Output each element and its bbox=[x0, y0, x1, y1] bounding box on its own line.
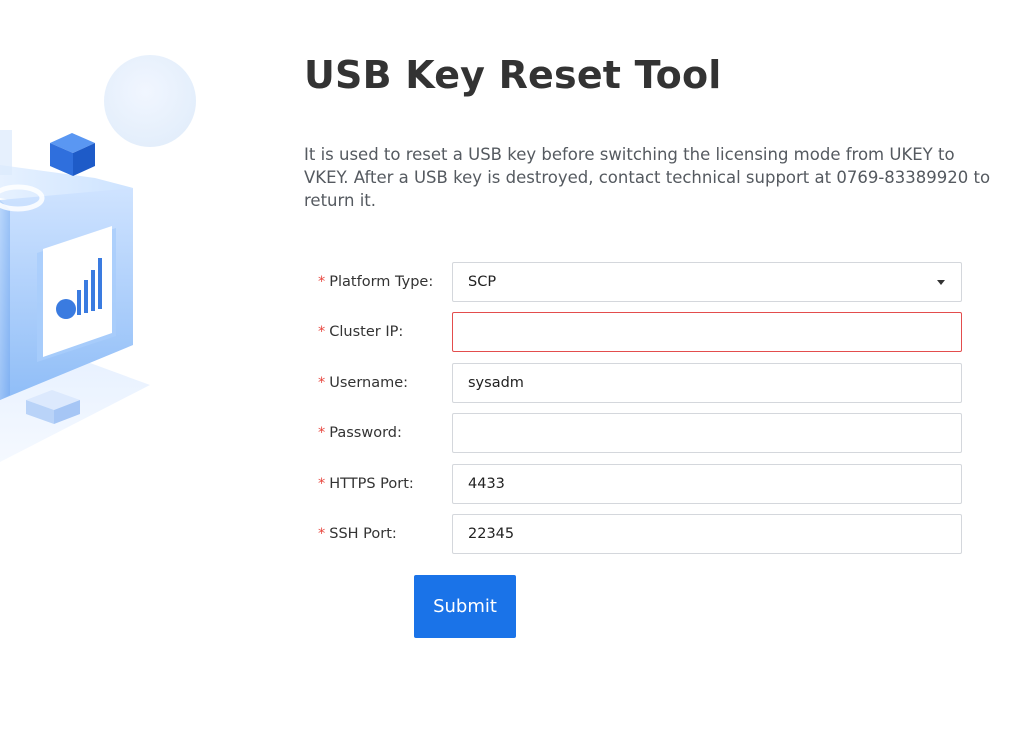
platform-type-select[interactable]: SCP bbox=[452, 262, 962, 302]
platform-type-label-text: Platform Type: bbox=[329, 274, 434, 290]
cube-left-face bbox=[0, 200, 10, 400]
platform-type-label: * Platform Type: bbox=[318, 262, 433, 302]
ssh-port-row: * SSH Port: bbox=[318, 514, 962, 554]
small-cube-icon bbox=[50, 133, 95, 176]
server-illustration bbox=[0, 55, 196, 462]
required-mark: * bbox=[318, 526, 326, 542]
https-port-row: * HTTPS Port: bbox=[318, 464, 962, 504]
side-bar bbox=[0, 130, 12, 175]
caret-down-icon bbox=[937, 280, 945, 285]
cluster-ip-label: * Cluster IP: bbox=[318, 312, 403, 352]
https-port-input[interactable] bbox=[452, 464, 962, 504]
background-circle bbox=[104, 55, 196, 147]
ssh-port-label-text: SSH Port: bbox=[329, 526, 397, 542]
password-label-text: Password: bbox=[329, 425, 402, 441]
cluster-ip-input[interactable] bbox=[452, 312, 962, 352]
https-port-label: * HTTPS Port: bbox=[318, 464, 414, 504]
submit-button[interactable]: Submit bbox=[414, 575, 516, 638]
required-mark: * bbox=[318, 476, 326, 492]
cluster-ip-label-text: Cluster IP: bbox=[329, 324, 404, 340]
username-row: * Username: bbox=[318, 363, 962, 403]
required-mark: * bbox=[318, 324, 326, 340]
username-label: * Username: bbox=[318, 363, 408, 403]
required-mark: * bbox=[318, 425, 326, 441]
ssh-port-label: * SSH Port: bbox=[318, 514, 397, 554]
username-input[interactable] bbox=[452, 363, 962, 403]
ssh-port-input[interactable] bbox=[452, 514, 962, 554]
password-input[interactable] bbox=[452, 413, 962, 453]
platform-type-value: SCP bbox=[468, 274, 497, 290]
platform-type-row: * Platform Type: SCP bbox=[318, 262, 962, 302]
password-row: * Password: bbox=[318, 413, 962, 453]
required-mark: * bbox=[318, 274, 326, 290]
cluster-ip-row: * Cluster IP: bbox=[318, 312, 962, 352]
password-label: * Password: bbox=[318, 413, 402, 453]
username-label-text: Username: bbox=[329, 375, 409, 391]
page-description: It is used to reset a USB key before swi… bbox=[304, 145, 991, 210]
page-title: USB Key Reset Tool bbox=[304, 53, 722, 97]
https-port-label-text: HTTPS Port: bbox=[329, 476, 414, 492]
required-mark: * bbox=[318, 375, 326, 391]
